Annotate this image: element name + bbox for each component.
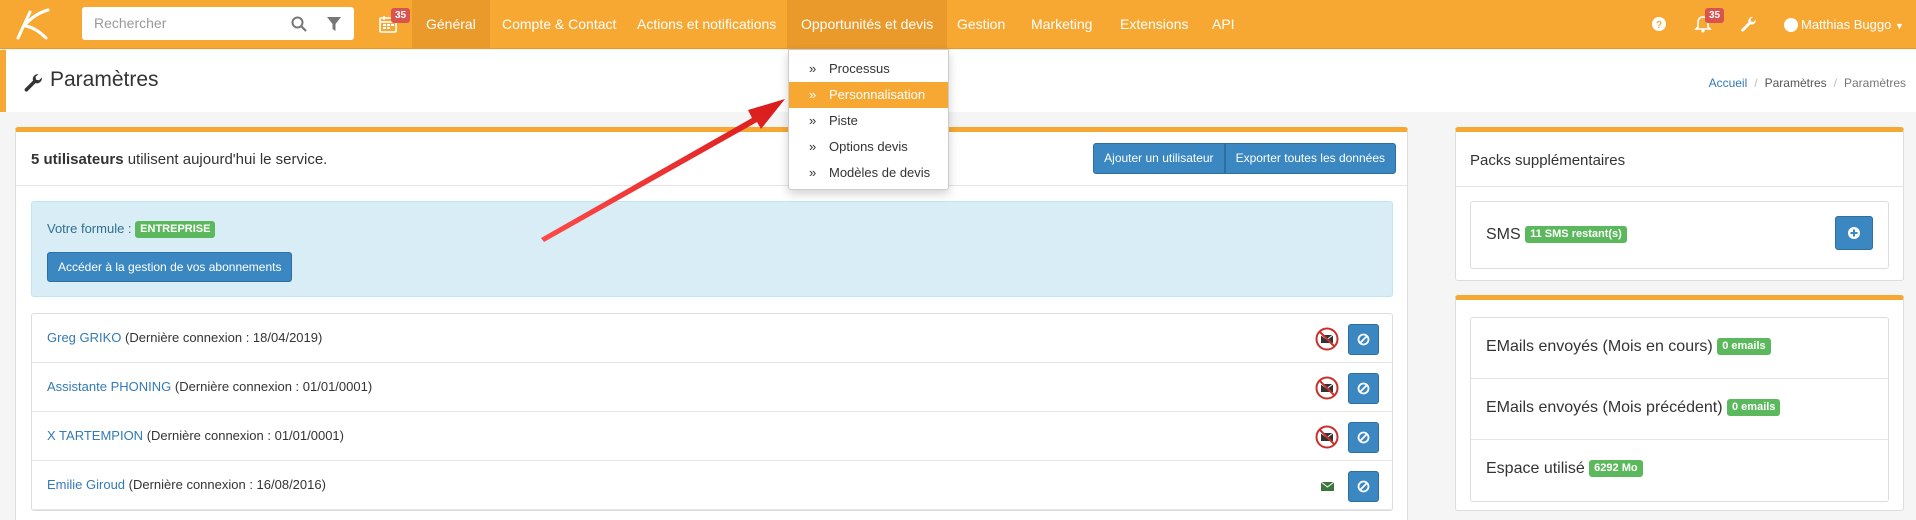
menu-item-piste[interactable]: » Piste <box>789 108 948 134</box>
mail-blocked-icon[interactable] <box>1315 327 1339 351</box>
stats-list: EMails envoyés (Mois en cours) 0 emails … <box>1470 317 1889 502</box>
users-count-text: 5 utilisateurs utilisent aujourd'hui le … <box>31 151 328 168</box>
caret-down-icon: ▼ <box>1894 21 1904 31</box>
user-link[interactable]: Emilie Giroud <box>47 477 125 492</box>
add-user-button[interactable]: Ajouter un utilisateur <box>1093 143 1225 174</box>
nav-actions-notifications[interactable]: Actions et notifications <box>623 0 790 49</box>
breadcrumb: Accueil / Paramètres / Paramètres <box>1708 76 1906 90</box>
plus-circle-icon <box>1848 227 1860 239</box>
search-box <box>82 7 354 40</box>
opportunites-dropdown-menu: » Processus » Personnalisation » Piste » Opt… <box>788 49 949 190</box>
avatar <box>1784 17 1798 32</box>
table-row: Emilie Giroud (Dernière connexion : 16/0… <box>32 461 1392 510</box>
breadcrumb-home[interactable]: Accueil <box>1709 76 1748 90</box>
page-header: Paramètres Accueil / Paramètres / Paramètres <box>0 50 1916 112</box>
page-title: Paramètres <box>50 68 159 91</box>
search-input[interactable] <box>94 15 284 31</box>
emails-current-badge: 0 emails <box>1717 338 1771 356</box>
nav-gestion[interactable]: Gestion <box>943 0 1019 49</box>
disable-user-button[interactable] <box>1348 422 1379 453</box>
formule-line: Votre formule : ENTREPRISE <box>47 221 216 239</box>
menu-item-options-devis[interactable]: » Options devis <box>789 134 948 160</box>
help-icon[interactable]: ? <box>1649 14 1669 34</box>
table-row: X TARTEMPION (Dernière connexion : 01/01… <box>32 412 1392 461</box>
svg-text:?: ? <box>1656 20 1662 31</box>
sms-badge: 11 SMS restant(s) <box>1525 226 1627 244</box>
manage-subscriptions-button[interactable]: Accéder à la gestion de vos abonnements <box>47 252 293 282</box>
users-panel: 5 utilisateurs utilisent aujourd'hui le … <box>15 127 1408 520</box>
breadcrumb-item[interactable]: Paramètres <box>1765 76 1827 90</box>
formule-badge: ENTREPRISE <box>135 221 216 239</box>
filter-icon[interactable] <box>326 15 342 33</box>
breadcrumb-current: Paramètres <box>1843 76 1906 90</box>
list-item: Espace utilisé 6292 Mo <box>1471 440 1888 501</box>
double-chevron-right-icon: » <box>809 139 817 154</box>
packs-panel: Packs supplémentaires SMS 11 SMS restant… <box>1455 127 1904 281</box>
menu-item-personnalisation[interactable]: » Personnalisation <box>789 82 948 108</box>
sms-line: SMS 11 SMS restant(s) <box>1486 226 1627 244</box>
mail-blocked-icon[interactable] <box>1315 376 1339 400</box>
table-row: Greg GRIKO (Dernière connexion : 18/04/2… <box>32 314 1392 363</box>
top-navbar: 35 Général Compte & Contact Actions et n… <box>0 0 1916 49</box>
storage-badge: 6292 Mo <box>1589 460 1643 478</box>
nav-compte-contact[interactable]: Compte & Contact <box>488 0 630 49</box>
export-data-button[interactable]: Exporter toutes les données <box>1224 143 1396 174</box>
packs-title: Packs supplémentaires <box>1470 152 1626 169</box>
ban-icon <box>1357 333 1370 346</box>
notification-badge: 35 <box>1705 8 1725 23</box>
table-row: Assistante PHONING (Dernière connexion :… <box>32 363 1392 412</box>
ban-icon <box>1357 480 1370 493</box>
nav-opportunites-devis[interactable]: Opportunités et devis <box>787 0 948 49</box>
menu-item-processus[interactable]: » Processus <box>789 56 948 82</box>
disable-user-button[interactable] <box>1348 373 1379 404</box>
ban-icon <box>1357 431 1370 444</box>
user-menu[interactable]: Matthias Buggo ▼ <box>1784 0 1904 49</box>
users-actions: Ajouter un utilisateur Exporter toutes l… <box>1093 143 1396 174</box>
subscription-info: Votre formule : ENTREPRISE Accéder à la … <box>31 201 1393 297</box>
nav-api[interactable]: API <box>1198 0 1249 49</box>
user-link[interactable]: X TARTEMPION <box>47 428 143 443</box>
add-sms-button[interactable] <box>1835 216 1873 250</box>
user-list: Greg GRIKO (Dernière connexion : 18/04/2… <box>31 313 1393 511</box>
mail-blocked-icon[interactable] <box>1315 425 1339 449</box>
list-item: EMails envoyés (Mois précédent) 0 emails <box>1471 379 1888 440</box>
wrench-icon <box>24 74 42 92</box>
stats-panel: EMails envoyés (Mois en cours) 0 emails … <box>1455 295 1904 511</box>
list-item: EMails envoyés (Mois en cours) 0 emails <box>1471 318 1888 379</box>
calendar-badge: 35 <box>391 8 411 23</box>
nav-marketing[interactable]: Marketing <box>1017 0 1106 49</box>
user-link[interactable]: Assistante PHONING <box>47 379 171 394</box>
mail-ok-icon[interactable] <box>1315 474 1339 498</box>
menu-item-modeles-devis[interactable]: » Modèles de devis <box>789 160 948 186</box>
emails-previous-badge: 0 emails <box>1727 399 1781 417</box>
double-chevron-right-icon: » <box>809 165 817 180</box>
user-link[interactable]: Greg GRIKO <box>47 330 121 345</box>
double-chevron-right-icon: » <box>809 113 817 128</box>
nav-general[interactable]: Général <box>412 0 490 49</box>
sms-pack: SMS 11 SMS restant(s) <box>1470 201 1889 269</box>
brand-logo-icon[interactable] <box>12 6 52 42</box>
double-chevron-right-icon: » <box>809 87 817 102</box>
search-icon[interactable] <box>290 15 308 33</box>
double-chevron-right-icon: » <box>809 61 817 76</box>
disable-user-button[interactable] <box>1348 471 1379 502</box>
user-name: Matthias Buggo <box>1801 17 1892 32</box>
nav-extensions[interactable]: Extensions <box>1106 0 1202 49</box>
wrench-icon[interactable] <box>1738 14 1758 34</box>
disable-user-button[interactable] <box>1348 324 1379 355</box>
users-panel-header: 5 utilisateurs utilisent aujourd'hui le … <box>16 132 1407 186</box>
ban-icon <box>1357 382 1370 395</box>
packs-panel-header: Packs supplémentaires <box>1456 132 1903 187</box>
